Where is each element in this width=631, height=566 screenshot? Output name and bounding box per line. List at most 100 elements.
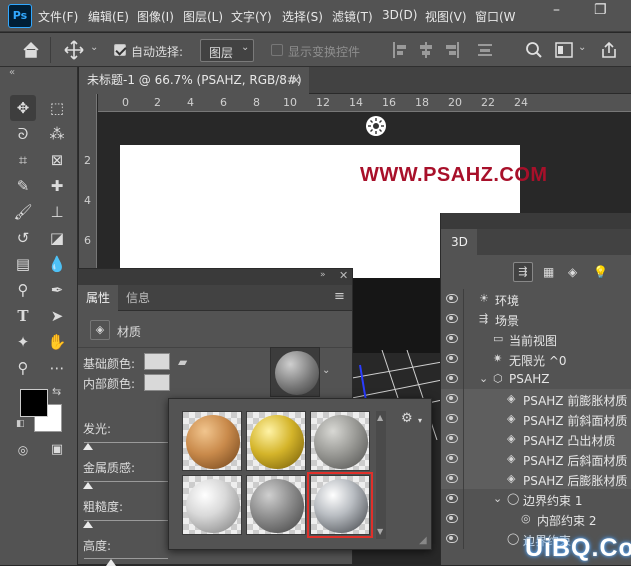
zoom-tool-icon[interactable]: ⚲ xyxy=(10,355,36,381)
resize-grip-icon[interactable]: ◢ xyxy=(419,535,427,546)
pen-tool-icon[interactable]: ✒ xyxy=(44,277,70,303)
screen-mode-icon[interactable]: ▣ xyxy=(44,437,70,463)
align-icons[interactable] xyxy=(392,41,502,59)
eye-icon[interactable] xyxy=(446,494,458,503)
eye-icon[interactable] xyxy=(446,354,458,363)
material-swatch-gold[interactable] xyxy=(246,411,306,471)
glow-slider-track[interactable] xyxy=(84,442,168,443)
eye-icon[interactable] xyxy=(446,394,458,403)
tab-info[interactable]: 信息 xyxy=(118,285,158,311)
material-swatch-grey-matte[interactable] xyxy=(246,475,306,535)
chevron-down-icon[interactable]: ⌄ xyxy=(578,42,586,53)
chevron-down-icon[interactable]: ⌄ xyxy=(493,492,502,505)
eyedropper-icon[interactable]: ✎ xyxy=(10,173,36,199)
blur-tool-icon[interactable]: 💧 xyxy=(44,251,70,277)
tree-row[interactable]: ◈ PSAHZ 前膨胀材质 xyxy=(441,389,631,409)
hand-tool-icon[interactable]: ✋ xyxy=(44,329,70,355)
glow-slider-knob[interactable] xyxy=(83,443,93,450)
material-preview[interactable] xyxy=(270,347,320,397)
eye-icon[interactable] xyxy=(446,434,458,443)
tab-3d[interactable]: 3D xyxy=(441,229,477,255)
document-tab[interactable]: 未标题-1 @ 66.7% (PSAHZ, RGB/8#) * × xyxy=(79,67,309,114)
frame-tool-icon[interactable]: ⊠ xyxy=(44,147,70,173)
folder-icon[interactable]: ▰ xyxy=(178,355,187,369)
brush-tool-icon[interactable]: 🖌 xyxy=(10,199,36,225)
magic-wand-icon[interactable]: ⁂ xyxy=(44,121,70,147)
tree-row[interactable]: ◈ PSAHZ 后膨胀材质 xyxy=(441,469,631,489)
lasso-tool-icon[interactable]: ᘐ xyxy=(10,121,36,147)
swap-colors-icon[interactable]: ⇆ xyxy=(52,385,61,398)
material-swatch-copper[interactable] xyxy=(182,411,242,471)
tree-row[interactable]: ◈ PSAHZ 后斜面材质 xyxy=(441,449,631,469)
eye-icon[interactable] xyxy=(446,334,458,343)
base-color-swatch[interactable] xyxy=(144,353,170,370)
gradient-tool-icon[interactable]: ▤ xyxy=(10,251,36,277)
restore-button[interactable]: ❐ xyxy=(594,2,607,18)
roughness-slider-knob[interactable] xyxy=(83,521,93,528)
move-tool-icon[interactable]: ✥ xyxy=(10,95,36,121)
scene-filter-icon[interactable]: ⇶ xyxy=(513,262,533,282)
tree-row[interactable]: ▭ 当前视图 xyxy=(441,329,631,349)
crop-tool-icon[interactable]: ⌗ xyxy=(10,147,36,173)
default-colors-icon[interactable]: ◧ xyxy=(16,419,25,429)
metallic-slider-knob[interactable] xyxy=(83,482,93,489)
eye-icon[interactable] xyxy=(446,314,458,323)
tree-row[interactable]: ⌄ ⬡ PSAHZ xyxy=(441,369,631,389)
stamp-tool-icon[interactable]: ⊥ xyxy=(44,199,70,225)
menu-layer[interactable]: 图层(L) xyxy=(183,8,223,25)
panel-menu-icon[interactable]: ≡ xyxy=(334,289,345,304)
menu-view[interactable]: 视图(V) xyxy=(425,8,467,25)
path-select-icon[interactable]: ➤ xyxy=(44,303,70,329)
metallic-slider-track[interactable] xyxy=(84,481,168,482)
more-tools-icon[interactable]: ⋯ xyxy=(44,355,70,381)
tree-row[interactable]: ⌄ ◯ 边界约束 1 xyxy=(441,489,631,509)
healing-brush-icon[interactable]: ✚ xyxy=(44,173,70,199)
picker-scrollbar[interactable]: ▲ ▼ xyxy=(376,411,386,539)
minimize-button[interactable]: – xyxy=(553,2,560,18)
tree-row[interactable]: ⇶ 场景 xyxy=(441,309,631,329)
tab-properties[interactable]: 属性 xyxy=(78,285,119,311)
eye-icon[interactable] xyxy=(446,374,458,383)
eye-icon[interactable] xyxy=(446,294,458,303)
menu-type[interactable]: 文字(Y) xyxy=(231,8,272,25)
menu-image[interactable]: 图像(I) xyxy=(137,8,174,25)
menu-select[interactable]: 选择(S) xyxy=(282,8,323,25)
inner-color-swatch[interactable] xyxy=(144,374,170,391)
menu-filter[interactable]: 滤镜(T) xyxy=(332,8,373,25)
search-icon[interactable] xyxy=(525,41,543,59)
tree-row[interactable]: ◈ PSAHZ 前斜面材质 xyxy=(441,409,631,429)
gear-icon[interactable]: ⚙ xyxy=(401,411,413,426)
height-slider-track[interactable] xyxy=(84,558,168,559)
marquee-tool-icon[interactable]: ⬚ xyxy=(44,95,70,121)
light-widget-icon[interactable] xyxy=(365,115,387,137)
ruler-horizontal[interactable]: 0 2 4 6 8 10 12 14 16 18 20 22 24 xyxy=(98,94,631,112)
chevron-down-icon[interactable]: ⌄ xyxy=(479,372,488,385)
share-icon[interactable] xyxy=(600,41,618,59)
material-filter-icon[interactable]: ◈ xyxy=(568,265,577,279)
collapse-icon[interactable]: « xyxy=(9,67,15,78)
light-filter-icon[interactable]: 💡 xyxy=(593,265,608,279)
scroll-up-icon[interactable]: ▲ xyxy=(377,413,383,422)
workspace-icon[interactable] xyxy=(555,42,573,58)
foreground-color-swatch[interactable] xyxy=(20,389,48,417)
menu-3d[interactable]: 3D(D) xyxy=(382,8,417,22)
close-icon[interactable]: ✕ xyxy=(339,269,348,282)
close-icon[interactable]: × xyxy=(291,67,301,94)
auto-select-checkbox[interactable] xyxy=(114,44,126,56)
shape-tool-icon[interactable]: ✦ xyxy=(10,329,36,355)
menu-window[interactable]: 窗口(W xyxy=(475,8,516,25)
show-transform-checkbox[interactable] xyxy=(271,44,283,56)
eye-icon[interactable] xyxy=(446,454,458,463)
chevron-down-icon[interactable]: ▾ xyxy=(418,416,422,425)
dodge-tool-icon[interactable]: ⚲ xyxy=(10,277,36,303)
collapse-icon[interactable]: » xyxy=(320,270,326,280)
mesh-filter-icon[interactable]: ▦ xyxy=(543,265,554,279)
chevron-down-icon[interactable]: ⌄ xyxy=(322,365,330,376)
tree-row[interactable]: ✷ 无限光 ^0 xyxy=(441,349,631,369)
menu-file[interactable]: 文件(F) xyxy=(38,8,78,25)
tree-row[interactable]: ☀ 环境 xyxy=(441,289,631,309)
move-tool-icon[interactable] xyxy=(64,40,84,60)
eraser-tool-icon[interactable]: ◪ xyxy=(44,225,70,251)
roughness-slider-track[interactable] xyxy=(84,520,168,521)
auto-select-dropdown[interactable]: 图层 ⌄ xyxy=(200,39,254,62)
